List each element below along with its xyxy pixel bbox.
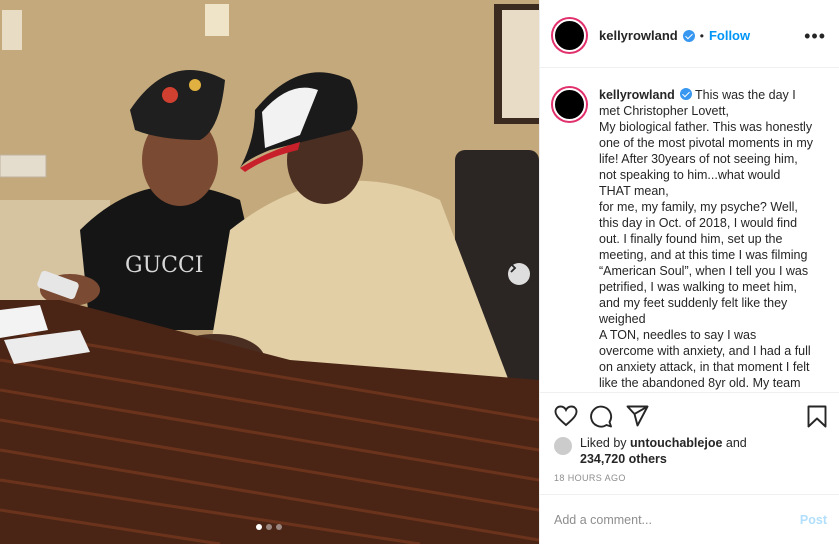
liked-by-and: and [725, 436, 747, 450]
liked-by-user-link[interactable]: untouchablejoe [630, 436, 722, 450]
follow-button[interactable]: Follow [709, 28, 750, 43]
post-comment-button[interactable]: Post [800, 513, 827, 527]
caption-avatar[interactable] [553, 88, 586, 121]
comment-icon[interactable] [590, 405, 613, 428]
liked-by-prefix: Liked by [580, 436, 627, 450]
photo-illustration: GUCCI [0, 0, 539, 544]
post-header: kellyrowland • Follow ••• [540, 4, 839, 68]
likes-text: Liked by untouchablejoe and 234,720 othe… [580, 435, 747, 467]
caption-text: kellyrowland This was the day I met Chri… [599, 87, 814, 392]
separator: • [699, 28, 704, 43]
caption-body: This was the day I met Christopher Lovet… [599, 88, 813, 390]
share-icon[interactable] [626, 405, 649, 427]
username-link[interactable]: kellyrowland [599, 28, 678, 43]
post-timestamp[interactable]: 18 HOURS AGO [554, 473, 626, 483]
next-photo-button[interactable] [508, 263, 530, 285]
bookmark-icon[interactable] [807, 405, 827, 428]
caption-username[interactable]: kellyrowland [599, 88, 675, 102]
carousel-dot [276, 524, 282, 530]
verified-badge-icon [682, 29, 695, 42]
verified-badge-icon [679, 88, 692, 100]
chevron-right-icon [510, 263, 517, 273]
comment-box: Post [540, 494, 839, 544]
likes-summary: Liked by untouchablejoe and 234,720 othe… [554, 435, 747, 467]
likes-count-link[interactable]: 234,720 others [580, 452, 667, 466]
svg-text:GUCCI: GUCCI [125, 253, 203, 278]
post-sidebar: kellyrowland • Follow ••• kellyrowland T… [539, 0, 839, 544]
avatar[interactable] [553, 19, 586, 52]
more-options-icon[interactable]: ••• [804, 27, 826, 45]
post-caption: kellyrowland This was the day I met Chri… [540, 69, 839, 392]
carousel-dot [256, 524, 262, 530]
comment-input[interactable] [554, 512, 800, 527]
post-photo[interactable]: GUCCI [0, 0, 539, 544]
liker-avatar[interactable] [554, 437, 572, 455]
carousel-indicator [256, 524, 282, 530]
heart-icon[interactable] [554, 405, 578, 427]
action-bar [540, 392, 839, 437]
carousel-dot [266, 524, 272, 530]
